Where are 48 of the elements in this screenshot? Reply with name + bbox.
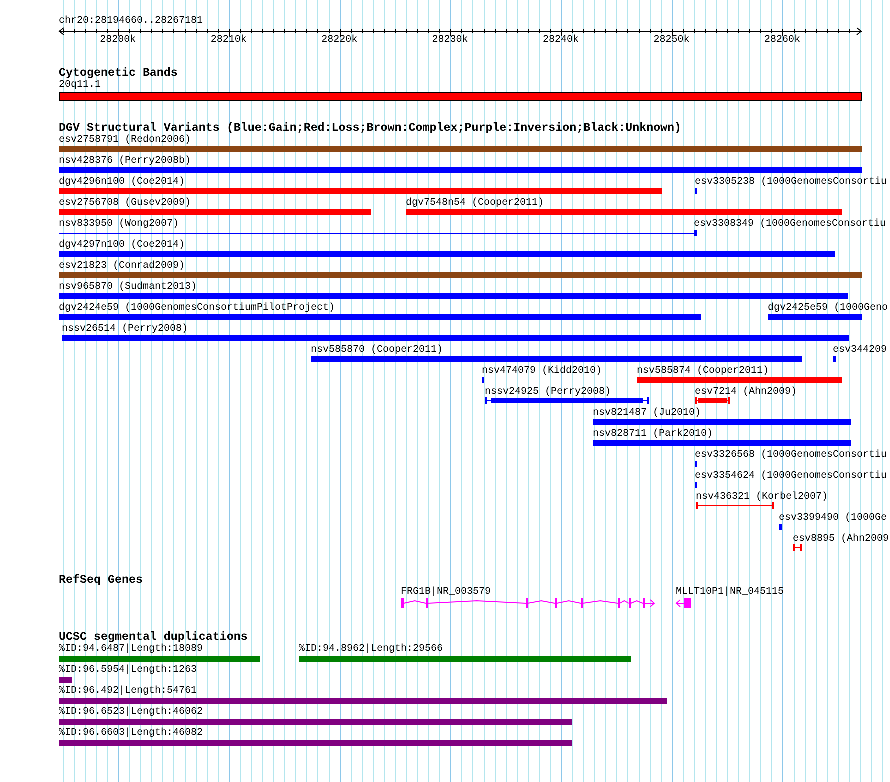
tick-label: 28230k — [432, 35, 468, 47]
variant-label: dgv2424e59 (1000GenomesConsortiumPilotProject) — [59, 303, 336, 314]
variant-label: esv3326568 (1000GenomesConsortiu — [695, 450, 888, 461]
track-title: UCSC segmental duplications — [59, 630, 248, 644]
tick-label: 28220k — [322, 35, 358, 47]
variant-label: dgv2425e59 (1000Geno — [768, 303, 888, 314]
variant-label: dgv4296n100 (Coe2014) — [59, 177, 186, 188]
variant-label: nssv24925 (Perry2008) — [485, 387, 612, 398]
duplication-label: %ID:96.5954|Length:1263 — [59, 665, 198, 676]
variant-label: esv3354624 (1000GenomesConsortiu — [695, 471, 888, 482]
variant-label: nssv26514 (Perry2008) — [62, 324, 188, 335]
variant-label: esv3399490 (1000Ge — [779, 513, 888, 524]
gene-label: MLLT10P1|NR_045115 — [676, 587, 784, 598]
variant-label: nsv436321 (Korbel2007) — [696, 492, 828, 503]
track-title: Cytogenetic Bands — [59, 66, 178, 80]
tick-label: 28240k — [543, 35, 580, 47]
variant-label: esv7214 (Ahn2009) — [695, 387, 798, 398]
variant-label: esv2758791 (Redon2006) — [59, 135, 192, 146]
tick-label: 28260k — [764, 35, 800, 47]
duplication-label: %ID:94.6487|Length:18089 — [59, 644, 204, 655]
gene-label: FRG1B|NR_003579 — [401, 587, 492, 598]
track-title: DGV Structural Variants (Blue:Gain;Red:Loss;Brown:Complex;Purple:Inversion;Black:Unknown) — [59, 121, 682, 135]
variant-label: esv8895 (Ahn2009 — [793, 534, 890, 545]
location-label: chr20:28194660..28267181 — [59, 16, 204, 27]
variant-label: nsv828711 (Park2010) — [593, 429, 714, 440]
variant-label: nsv833950 (Wong2007) — [59, 219, 180, 230]
band-label: 20q11.1 — [59, 80, 102, 91]
duplication-label: %ID:96.492|Length:54761 — [59, 686, 198, 697]
variant-label: nsv428376 (Perry2008b) — [59, 156, 192, 167]
variant-label: nsv965870 (Sudmant2013) — [59, 282, 198, 293]
tick-label: 28210k — [210, 35, 247, 47]
duplication-label: %ID:96.6603|Length:46082 — [59, 728, 204, 739]
duplication-label: %ID:96.6523|Length:46062 — [59, 707, 204, 718]
variant-label: esv3305238 (1000GenomesConsortiu — [695, 177, 888, 188]
variant-label: nsv585870 (Cooper2011) — [311, 345, 444, 356]
variant-label: dgv4297n100 (Coe2014) — [59, 240, 186, 251]
tick-label: 28250k — [654, 35, 690, 47]
variant-label: dgv7548n54 (Cooper2011) — [406, 198, 544, 209]
variant-label: nsv474079 (Kidd2010) — [482, 366, 602, 377]
variant-label: esv344209 — [833, 345, 888, 356]
variant-label: esv21823 (Conrad2009) — [59, 261, 186, 272]
track-title: RefSeq Genes — [59, 573, 143, 587]
duplication-label: %ID:94.8962|Length:29566 — [299, 644, 444, 655]
variant-label: esv3308349 (1000GenomesConsortiu — [694, 219, 886, 230]
variant-label: esv2756708 (Gusev2009) — [59, 198, 192, 209]
variant-label: nsv821487 (Ju2010) — [593, 408, 702, 419]
tick-label: 28200k — [100, 35, 136, 47]
variant-label: nsv585874 (Cooper2011) — [637, 366, 770, 377]
